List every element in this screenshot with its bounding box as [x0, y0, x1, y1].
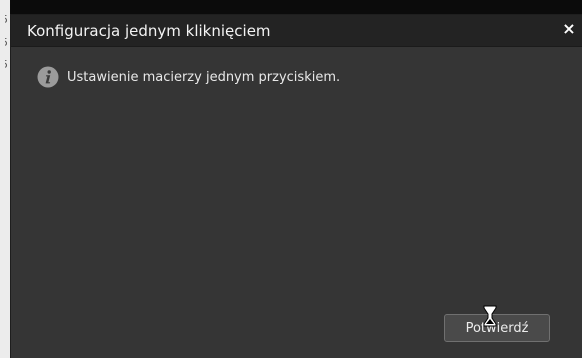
- screen: 5 5 5 Konfiguracja jednym kliknięciem × …: [0, 0, 582, 358]
- dialog-message: Ustawienie macierzy jednym przyciskiem.: [37, 64, 340, 90]
- close-button[interactable]: ×: [560, 20, 578, 38]
- dialog-title: Konfiguracja jednym kliknięciem: [27, 22, 271, 40]
- message-text: Ustawienie macierzy jednym przyciskiem.: [67, 69, 341, 85]
- background-window: 5 5 5: [0, 0, 10, 358]
- dialog-titlebar[interactable]: Konfiguracja jednym kliknięciem ×: [11, 15, 582, 47]
- info-icon: [37, 66, 59, 88]
- confirm-button[interactable]: Potwierdź: [444, 314, 550, 342]
- one-click-config-dialog: Konfiguracja jednym kliknięciem × Ustawi…: [10, 14, 582, 358]
